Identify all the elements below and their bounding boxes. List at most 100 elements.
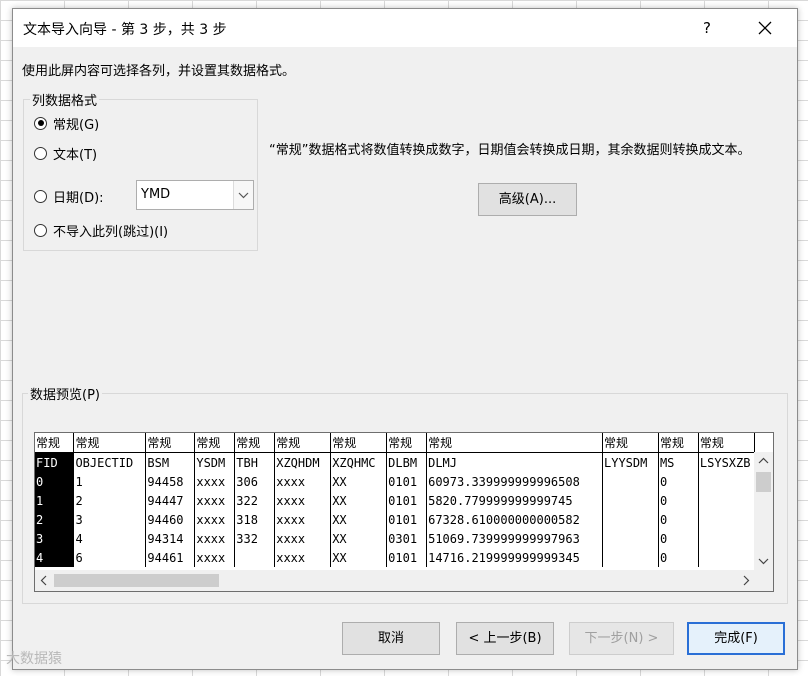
column-name[interactable]: LYYSDM [602,452,659,472]
column-name[interactable]: DLBM [386,452,428,472]
table-cell[interactable]: xxxx [274,472,332,491]
scroll-thumb[interactable] [756,472,771,492]
column-type[interactable]: 常规 [426,433,603,453]
table-cell[interactable] [602,491,659,510]
column-name[interactable]: BSM [145,452,196,472]
table-cell[interactable]: 332 [234,529,276,548]
table-cell[interactable] [602,510,659,529]
table-cell[interactable]: 2 [35,510,75,529]
column-name[interactable]: YSDM [194,452,236,472]
table-cell[interactable]: xxxx [194,491,236,510]
table-cell[interactable] [602,548,659,567]
table-cell[interactable]: 0101 [386,548,428,567]
table-cell[interactable]: 3 [73,510,147,529]
table-cell[interactable]: 0 [35,472,75,491]
table-cell[interactable]: XX [330,472,388,491]
table-cell[interactable]: 4 [35,548,75,567]
table-cell[interactable]: 0 [658,548,699,567]
finish-button[interactable]: 完成(F) [687,622,785,655]
table-cell[interactable] [602,529,659,548]
column-name[interactable]: XZQHDM [274,452,332,472]
table-cell[interactable]: xxxx [274,548,332,567]
help-button[interactable]: ? [693,15,721,41]
column-type[interactable]: 常规 [73,433,147,453]
table-cell[interactable]: xxxx [194,510,236,529]
table-cell[interactable]: xxxx [274,491,332,510]
table-cell[interactable]: 6 [73,548,147,567]
table-cell[interactable] [698,548,755,567]
table-cell[interactable]: XX [330,529,388,548]
column-type[interactable]: 常规 [234,433,276,453]
column-name[interactable]: OBJECTID [73,452,147,472]
table-cell[interactable]: 14716.219999999999345 [426,548,603,567]
table-cell[interactable]: xxxx [274,510,332,529]
radio-text[interactable]: 文本(T) [34,143,97,163]
table-cell[interactable]: 0 [658,510,699,529]
table-cell[interactable]: 2 [73,491,147,510]
table-cell[interactable]: 94461 [145,548,196,567]
table-cell[interactable]: xxxx [274,529,332,548]
table-cell[interactable]: 67328.610000000000582 [426,510,603,529]
table-cell[interactable] [602,472,659,491]
cancel-button[interactable]: 取消 [342,622,440,655]
table-cell[interactable]: 94447 [145,491,196,510]
table-cell[interactable] [698,529,755,548]
table-cell[interactable]: XX [330,548,388,567]
dropdown-button[interactable] [233,181,253,209]
table-cell[interactable] [698,472,755,491]
column-type[interactable]: 常规 [602,433,659,453]
chevron-right-icon[interactable] [737,570,755,591]
date-format-select[interactable]: YMD [136,180,254,210]
table-cell[interactable]: 94314 [145,529,196,548]
table-cell[interactable]: xxxx [194,529,236,548]
next-button[interactable]: 下一步(N) > [569,622,674,655]
table-cell[interactable]: 51069.739999999997963 [426,529,603,548]
back-button[interactable]: < 上一步(B) [456,622,554,655]
scroll-thumb[interactable] [54,574,219,587]
preview-grid[interactable]: 常规 常规 常规 常规 常规 常规 常规 常规 常规 常规 常规 常规 FID … [34,432,774,592]
column-type[interactable]: 常规 [330,433,388,453]
table-cell[interactable]: 60973.339999999996508 [426,472,603,491]
column-type[interactable]: 常规 [386,433,428,453]
table-cell[interactable]: XX [330,491,388,510]
table-cell[interactable]: 4 [73,529,147,548]
column-type[interactable]: 常规 [274,433,332,453]
table-cell[interactable]: xxxx [194,548,236,567]
column-name[interactable]: MS [658,452,699,472]
table-cell[interactable]: 0101 [386,510,428,529]
column-name[interactable]: DLMJ [426,452,603,472]
radio-general[interactable]: 常规(G) [34,113,99,133]
column-type[interactable]: 常规 [35,433,75,453]
table-cell[interactable]: 322 [234,491,276,510]
column-type[interactable]: 常规 [698,433,755,453]
table-cell[interactable]: 318 [234,510,276,529]
table-cell[interactable] [698,510,755,529]
table-cell[interactable]: 3 [35,529,75,548]
vertical-scrollbar[interactable] [754,452,773,570]
table-cell[interactable]: 0101 [386,491,428,510]
column-name[interactable]: TBH [234,452,276,472]
table-cell[interactable]: 0 [658,529,699,548]
table-cell[interactable]: 1 [35,491,75,510]
table-cell[interactable]: XX [330,510,388,529]
advanced-button[interactable]: 高级(A)... [478,183,577,216]
table-cell[interactable]: 0101 [386,472,428,491]
table-cell[interactable]: xxxx [194,472,236,491]
column-type[interactable]: 常规 [145,433,196,453]
table-cell[interactable]: 306 [234,472,276,491]
column-type[interactable]: 常规 [194,433,236,453]
table-cell[interactable]: 94460 [145,510,196,529]
table-cell[interactable]: 0 [658,472,699,491]
chevron-up-icon[interactable] [754,452,773,470]
table-cell[interactable]: 1 [73,472,147,491]
table-cell[interactable]: 5820.779999999999745 [426,491,603,510]
table-cell[interactable]: 0 [658,491,699,510]
close-button[interactable] [749,15,781,41]
radio-skip[interactable]: 不导入此列(跳过)(I) [34,220,168,240]
table-cell[interactable]: 0301 [386,529,428,548]
table-cell[interactable] [234,548,276,567]
column-type[interactable]: 常规 [658,433,699,453]
horizontal-scrollbar[interactable] [35,570,755,591]
table-cell[interactable]: 94458 [145,472,196,491]
column-name[interactable]: XZQHMC [330,452,388,472]
